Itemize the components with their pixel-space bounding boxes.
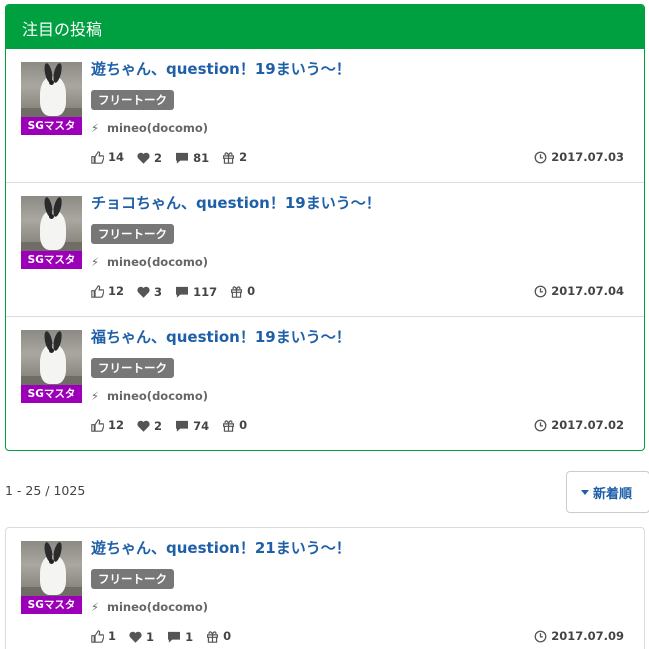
post-item[interactable]: SGマスタ チョコちゃん、question！19まいう～！ フリートーク ⚡ mi…	[6, 183, 644, 317]
bolt-icon: ⚡	[91, 121, 100, 135]
post-item[interactable]: SGマスタ 遊ちゃん、question！19まいう～！ フリートーク ⚡ mine…	[6, 49, 644, 183]
clock-icon	[534, 285, 547, 297]
post-stats: 1 1 1 0	[91, 629, 240, 645]
post-date-text: 2017.07.09	[551, 629, 624, 643]
user-rank-badge: SGマスタ	[21, 251, 82, 269]
heart-icon	[137, 420, 150, 432]
like-count: 1	[108, 629, 117, 643]
gift-icon	[207, 630, 219, 643]
carrier-text: mineo(docomo)	[107, 600, 209, 614]
comment-icon	[176, 420, 189, 432]
bolt-icon: ⚡	[91, 389, 100, 403]
post-date-text: 2017.07.02	[551, 418, 624, 432]
heart-count: 2	[154, 418, 163, 433]
clock-icon	[534, 151, 547, 163]
featured-panel-title: 注目の投稿	[6, 5, 644, 49]
bolt-icon: ⚡	[91, 600, 100, 614]
thumbs-up-icon	[91, 150, 104, 164]
post-title-link[interactable]: 遊ちゃん、question！19まいう～！	[91, 58, 351, 79]
sort-label: 新着順	[593, 486, 633, 502]
caret-down-icon	[581, 489, 589, 495]
thumbs-up-icon	[91, 284, 104, 298]
post-date: 2017.07.02	[534, 418, 624, 432]
category-tag[interactable]: フリートーク	[91, 358, 174, 378]
post-stats: 14 2 81 2	[91, 150, 256, 166]
gift-count: 0	[223, 629, 232, 643]
category-tag[interactable]: フリートーク	[91, 90, 174, 110]
user-rank-badge: SGマスタ	[21, 117, 82, 135]
gift-count: 0	[239, 418, 248, 432]
heart-icon	[129, 631, 142, 643]
carrier-text: mineo(docomo)	[107, 255, 209, 269]
sort-dropdown-button[interactable]: 新着順	[566, 471, 649, 513]
result-count: 1 - 25 / 1025	[5, 483, 86, 498]
heart-icon	[137, 286, 150, 298]
post-date: 2017.07.04	[534, 284, 624, 298]
carrier-label: ⚡ mineo(docomo)	[91, 600, 208, 614]
heart-count: 3	[154, 284, 163, 299]
carrier-label: ⚡ mineo(docomo)	[91, 121, 208, 135]
gift-icon	[223, 151, 235, 164]
comment-count: 74	[193, 418, 210, 433]
gift-count: 0	[247, 284, 256, 298]
comment-icon	[176, 286, 189, 298]
carrier-text: mineo(docomo)	[107, 389, 209, 403]
post-list-panel: SGマスタ 遊ちゃん、question！21まいう～！ フリートーク ⚡ mine…	[5, 527, 645, 649]
post-date-text: 2017.07.04	[551, 284, 624, 298]
thumbs-up-icon	[91, 418, 104, 432]
like-count: 12	[108, 418, 125, 432]
gift-icon	[223, 419, 235, 432]
comment-count: 1	[185, 629, 194, 644]
clock-icon	[534, 419, 547, 431]
post-item[interactable]: SGマスタ 福ちゃん、question！19まいう～！ フリートーク ⚡ mine…	[6, 317, 644, 450]
gift-icon	[231, 285, 243, 298]
post-item[interactable]: SGマスタ 遊ちゃん、question！21まいう～！ フリートーク ⚡ mine…	[6, 528, 644, 649]
post-title-link[interactable]: 福ちゃん、question！19まいう～！	[91, 326, 351, 347]
like-count: 14	[108, 150, 125, 164]
post-title-link[interactable]: チョコちゃん、question！19まいう～！	[91, 192, 381, 213]
comment-icon	[176, 152, 189, 164]
comment-icon	[168, 631, 181, 643]
post-title-link[interactable]: 遊ちゃん、question！21まいう～！	[91, 537, 351, 558]
carrier-label: ⚡ mineo(docomo)	[91, 255, 208, 269]
category-tag[interactable]: フリートーク	[91, 569, 174, 589]
post-date-text: 2017.07.03	[551, 150, 624, 164]
like-count: 12	[108, 284, 125, 298]
post-date: 2017.07.03	[534, 150, 624, 164]
comment-count: 117	[193, 284, 218, 299]
post-date: 2017.07.09	[534, 629, 624, 643]
post-stats: 12 3 117 0	[91, 284, 264, 300]
category-tag[interactable]: フリートーク	[91, 224, 174, 244]
post-stats: 12 2 74 0	[91, 418, 256, 434]
gift-count: 2	[239, 150, 248, 164]
heart-count: 1	[146, 629, 155, 644]
user-rank-badge: SGマスタ	[21, 596, 82, 614]
clock-icon	[534, 630, 547, 642]
user-rank-badge: SGマスタ	[21, 385, 82, 403]
carrier-text: mineo(docomo)	[107, 121, 209, 135]
heart-count: 2	[154, 150, 163, 165]
avatar[interactable]	[21, 62, 82, 122]
avatar[interactable]	[21, 330, 82, 390]
avatar[interactable]	[21, 541, 82, 601]
bolt-icon: ⚡	[91, 255, 100, 269]
avatar[interactable]	[21, 196, 82, 256]
comment-count: 81	[193, 150, 210, 165]
heart-icon	[137, 152, 150, 164]
carrier-label: ⚡ mineo(docomo)	[91, 389, 208, 403]
featured-posts-panel: 注目の投稿 SGマスタ 遊ちゃん、question！19まいう～！ フリートーク…	[5, 4, 645, 451]
thumbs-up-icon	[91, 629, 104, 643]
